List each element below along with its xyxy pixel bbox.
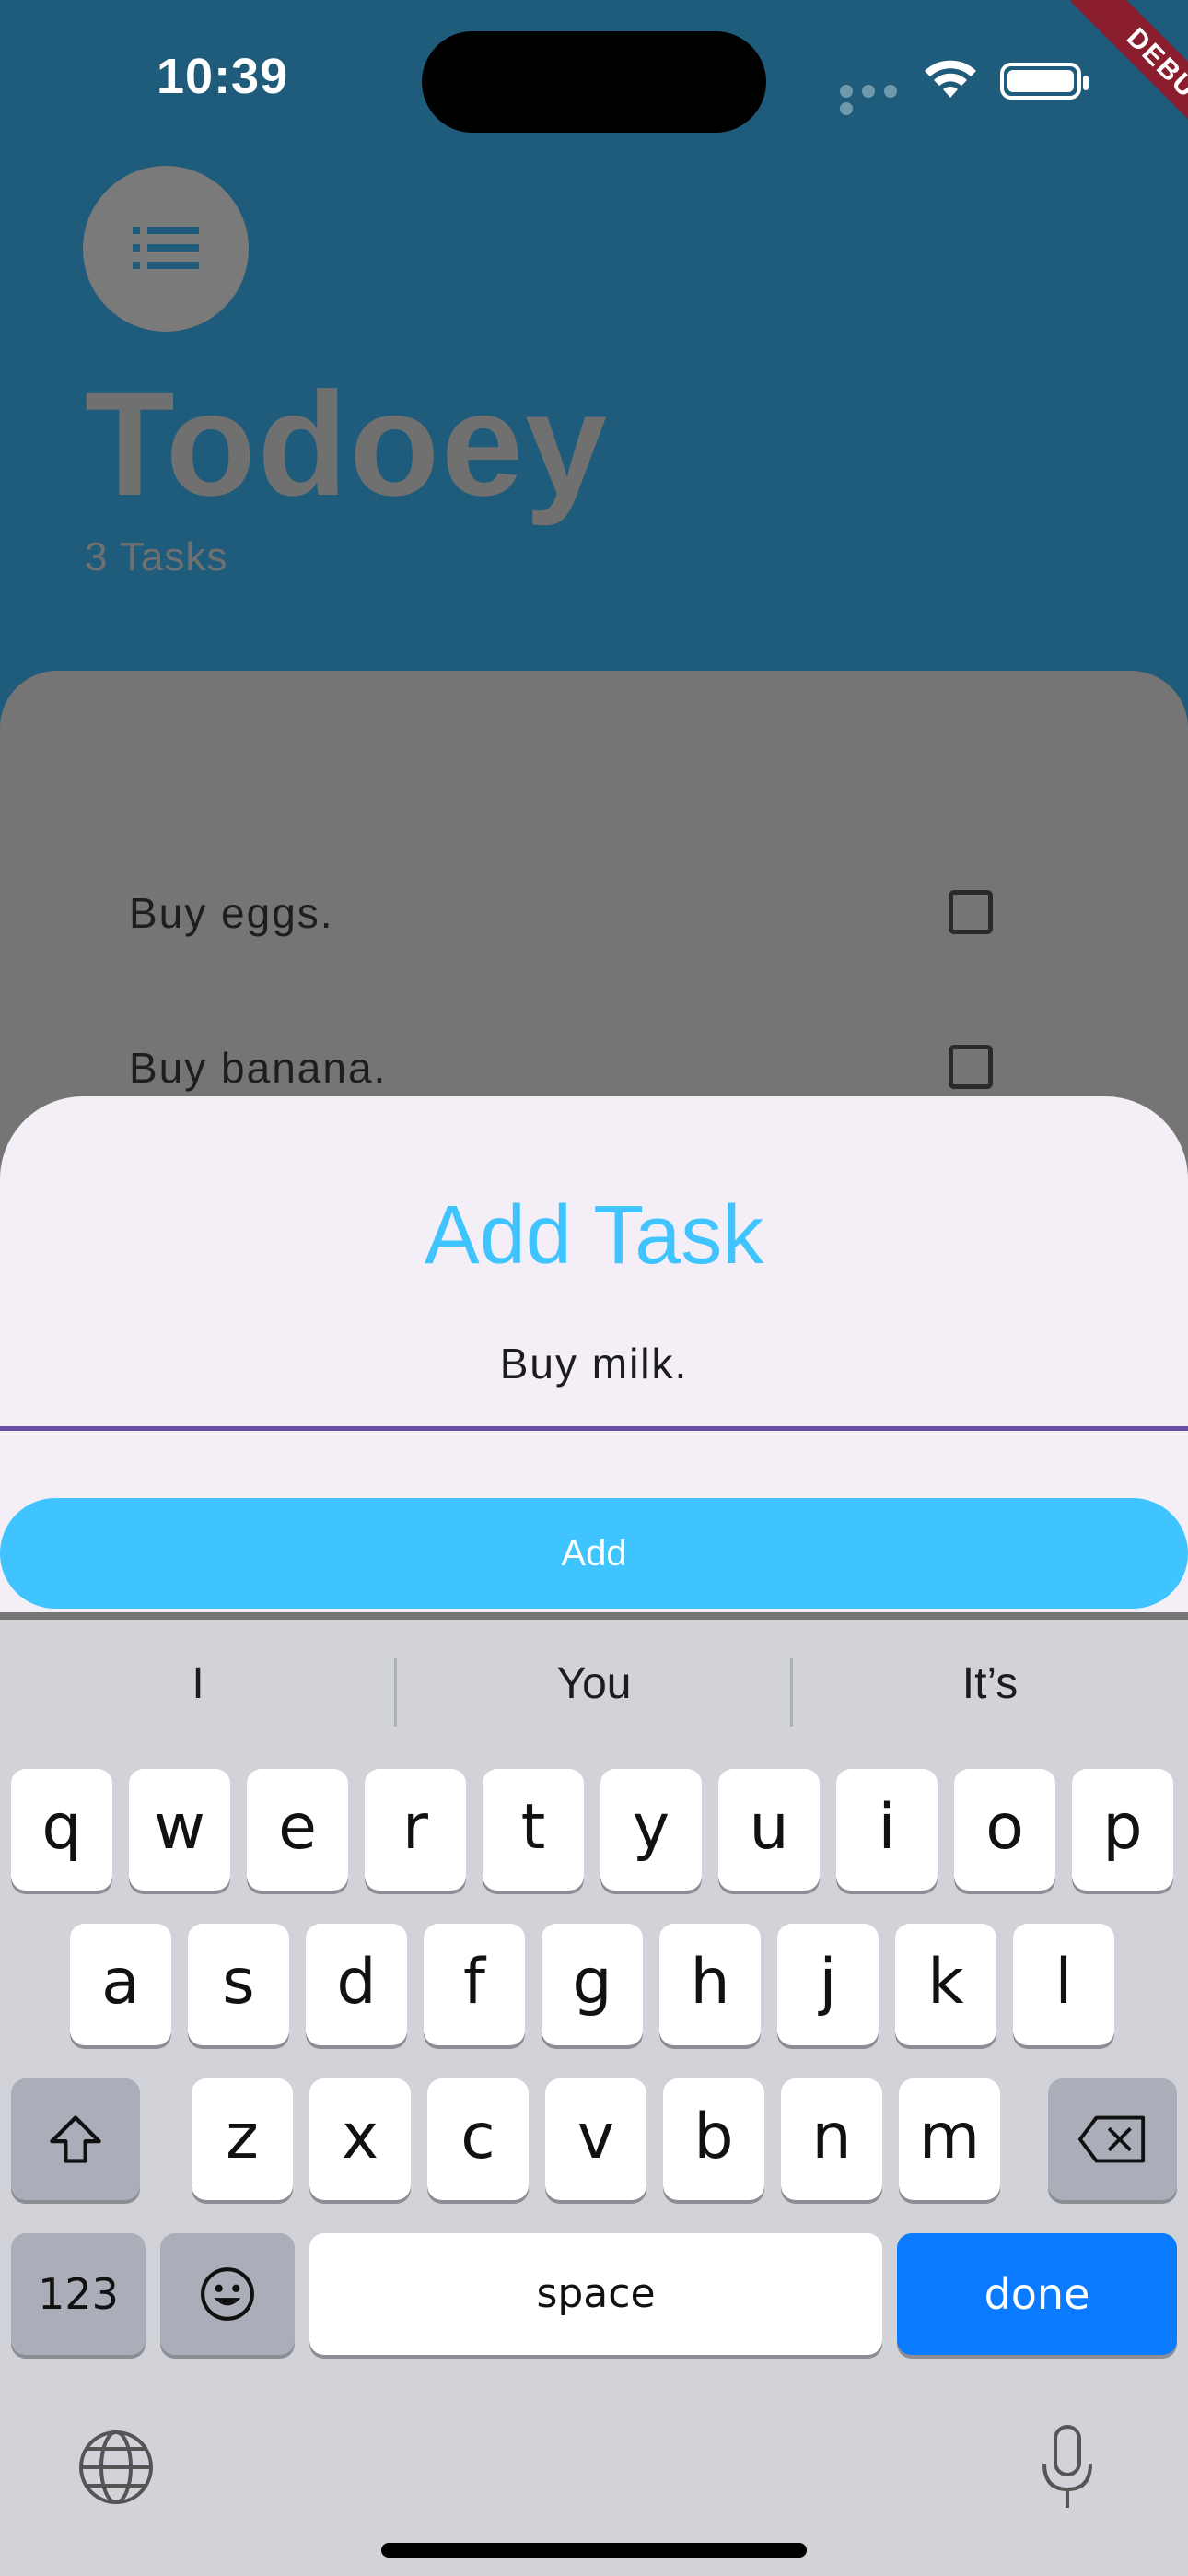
key-a[interactable]: a xyxy=(70,1924,171,2045)
globe-icon[interactable] xyxy=(77,2429,155,2506)
key-y[interactable]: y xyxy=(600,1769,702,1891)
space-key[interactable]: space xyxy=(309,2233,882,2355)
key-h[interactable]: h xyxy=(659,1924,761,2045)
microphone-icon[interactable] xyxy=(1039,2423,1096,2512)
status-time: 10:39 xyxy=(157,49,289,104)
backspace-icon xyxy=(1077,2115,1146,2163)
app-title: Todoey xyxy=(85,361,610,526)
task-checkbox[interactable] xyxy=(949,1045,993,1089)
key-p[interactable]: p xyxy=(1072,1769,1173,1891)
key-s[interactable]: s xyxy=(188,1924,289,2045)
key-x[interactable]: x xyxy=(309,2078,411,2200)
key-b[interactable]: b xyxy=(663,2078,764,2200)
key-r[interactable]: r xyxy=(365,1769,466,1891)
task-label: Buy banana. xyxy=(129,1044,388,1092)
emoji-key[interactable] xyxy=(160,2233,295,2355)
task-checkbox[interactable] xyxy=(949,890,993,934)
key-e[interactable]: e xyxy=(247,1769,348,1891)
task-input-value: Buy milk. xyxy=(499,1340,689,1388)
key-n[interactable]: n xyxy=(781,2078,882,2200)
suggestion-3[interactable]: It’s xyxy=(792,1658,1188,1709)
key-z[interactable]: z xyxy=(192,2078,293,2200)
debug-ribbon: DEBUG xyxy=(1031,0,1188,157)
cellular-signal-icon xyxy=(840,85,925,115)
task-label: Buy eggs. xyxy=(129,889,334,937)
task-count: 3 Tasks xyxy=(85,534,228,580)
key-u[interactable]: u xyxy=(718,1769,820,1891)
key-w[interactable]: w xyxy=(129,1769,230,1891)
home-indicator xyxy=(381,2543,807,2558)
key-l[interactable]: l xyxy=(1013,1924,1114,2045)
key-g[interactable]: g xyxy=(542,1924,643,2045)
add-button[interactable]: Add xyxy=(0,1498,1188,1609)
input-underline xyxy=(0,1426,1188,1431)
sheet-title: Add Task xyxy=(424,1189,764,1282)
shift-icon xyxy=(50,2115,101,2163)
key-i[interactable]: i xyxy=(836,1769,938,1891)
emoji-icon xyxy=(201,2267,254,2321)
key-t[interactable]: t xyxy=(483,1769,584,1891)
suggestion-1[interactable]: I xyxy=(0,1658,396,1709)
key-j[interactable]: j xyxy=(777,1924,879,2045)
key-o[interactable]: o xyxy=(954,1769,1055,1891)
key-m[interactable]: m xyxy=(899,2078,1000,2200)
done-key[interactable]: done xyxy=(897,2233,1177,2355)
task-input[interactable]: Buy milk. xyxy=(0,1290,1188,1428)
key-q[interactable]: q xyxy=(11,1769,112,1891)
dynamic-island xyxy=(422,31,766,133)
debug-label: DEBUG xyxy=(1070,0,1188,157)
numbers-key[interactable]: 123 xyxy=(11,2233,146,2355)
key-c[interactable]: c xyxy=(427,2078,529,2200)
key-k[interactable]: k xyxy=(895,1924,996,2045)
suggestion-2[interactable]: You xyxy=(396,1658,792,1709)
shift-key[interactable] xyxy=(11,2078,140,2200)
key-f[interactable]: f xyxy=(424,1924,525,2045)
key-v[interactable]: v xyxy=(545,2078,646,2200)
wifi-icon xyxy=(925,60,976,98)
backspace-key[interactable] xyxy=(1048,2078,1177,2200)
list-icon xyxy=(133,227,199,269)
key-d[interactable]: d xyxy=(306,1924,407,2045)
